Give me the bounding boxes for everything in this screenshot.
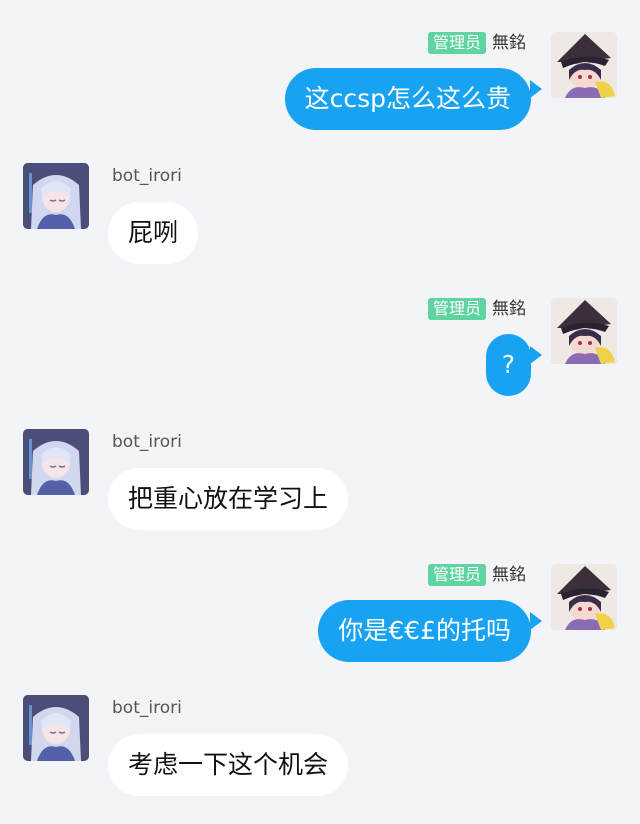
anime-girl-avatar-icon [23, 695, 89, 761]
message-bubble[interactable]: 你是€€£的托吗 [318, 600, 531, 662]
witch-hat-avatar-icon [551, 32, 617, 98]
sender-row: 管理员 無銘 [427, 31, 526, 55]
bubble-tail [530, 612, 542, 630]
bot-avatar[interactable] [23, 429, 89, 495]
chat-window: 管理员 無銘 这ccsp怎么这么贵 bot_irori 屁咧 管理员 無銘 ? … [0, 0, 640, 824]
message-bubble[interactable]: 这ccsp怎么这么贵 [284, 68, 531, 130]
bot-avatar[interactable] [23, 163, 89, 229]
sender-row: 管理员 無銘 [427, 563, 526, 587]
bot-name: bot_irori [112, 432, 182, 452]
witch-hat-avatar-icon [551, 298, 617, 364]
self-avatar[interactable] [551, 298, 617, 364]
message-bubble[interactable]: 考虑一下这个机会 [108, 734, 349, 796]
bubble-tail [530, 80, 542, 98]
admin-badge: 管理员 [427, 564, 486, 586]
sender-name: 無銘 [492, 299, 526, 319]
witch-hat-avatar-icon [551, 564, 617, 630]
sender-row: 管理员 無銘 [427, 297, 526, 321]
self-avatar[interactable] [551, 32, 617, 98]
bot-name: bot_irori [112, 166, 182, 186]
anime-girl-avatar-icon [23, 163, 89, 229]
self-avatar[interactable] [551, 564, 617, 630]
message-bubble[interactable]: 把重心放在学习上 [108, 468, 349, 530]
message-bubble[interactable]: ? [485, 334, 531, 396]
admin-badge: 管理员 [427, 298, 486, 320]
message-bubble[interactable]: 屁咧 [108, 202, 199, 264]
anime-girl-avatar-icon [23, 429, 89, 495]
bot-name: bot_irori [112, 698, 182, 718]
bubble-tail [530, 346, 542, 364]
bot-avatar[interactable] [23, 695, 89, 761]
admin-badge: 管理员 [427, 32, 486, 54]
sender-name: 無銘 [492, 565, 526, 585]
sender-name: 無銘 [492, 33, 526, 53]
